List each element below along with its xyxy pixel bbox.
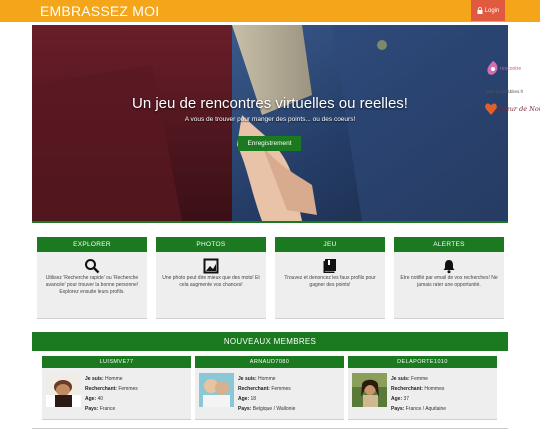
side-ads[interactable]: rencontre www.singlesbites.fr Coeur de N… [484,58,540,122]
label-pays: Pays: [85,406,99,412]
label-recherchant: Recherchant: [238,386,270,392]
bell-icon [443,260,455,274]
label-pays: Pays: [391,406,405,412]
book-icon [323,259,336,273]
member-gender: Homme [105,376,123,382]
label-je-suis: Je suis: [85,376,104,382]
feature-title: EXPLORER [37,237,147,252]
hero-title: Un jeu de rencontres virtuelles ou reell… [132,95,408,112]
member-avatar[interactable] [199,373,234,407]
feature-text: Une photo peut dire mieux que des mots! … [162,275,260,288]
feature-card-photos[interactable]: PHOTOS Une photo peut dire mieux que des… [156,237,266,319]
top-navbar: EMBRASSEZ MOI Login [0,0,540,22]
ad-text-coeur[interactable]: Coeur de Nous [497,105,540,113]
member-info: Je suis: Homme Recherchant: Femmes Age: … [238,374,342,414]
member-username[interactable]: LUISMVE77 [42,356,191,368]
register-button[interactable]: Enregistrement [238,136,301,151]
heart-icon [485,103,497,115]
hero-image [32,25,508,221]
label-age: Age: [238,396,250,402]
features-row: EXPLORER Utilisez 'Recherche rapide' ou … [37,237,507,319]
page: EMBRASSEZ MOI Login Un jeu de rencontres… [0,0,540,432]
member-age: 18 [250,396,257,402]
divider [32,428,508,429]
feature-title: PHOTOS [156,237,266,252]
hero-banner: Un jeu de rencontres virtuelles ou reell… [32,25,508,223]
label-age: Age: [391,396,403,402]
hero-subtitle: A vous de trouver pour manger des points… [184,116,356,123]
login-button[interactable]: Login [471,0,505,21]
member-seeking: Femmes [118,386,138,392]
label-recherchant: Recherchant: [391,386,423,392]
feature-text: Etre notifié par email de vos recherches… [400,275,498,288]
feature-title: JEU [275,237,385,252]
feature-title: ALERTES [394,237,504,252]
member-username[interactable]: ARNAUD7080 [195,356,344,368]
label-age: Age: [85,396,97,402]
label-je-suis: Je suis: [238,376,257,382]
label-recherchant: Recherchant: [85,386,117,392]
member-avatar[interactable] [46,373,81,407]
member-username[interactable]: DELAPORTE1010 [348,356,497,368]
ad-url[interactable]: www.singlesbites.fr [485,89,523,94]
member-avatar[interactable] [352,373,387,407]
member-card[interactable]: DELAPORTE1010 Je suis: Femme Recherchant… [348,356,497,420]
label-pays: Pays: [238,406,252,412]
member-seeking: Femmes [271,386,291,392]
member-age: 37 [403,396,410,402]
feature-text: Trouvez et denoncez les faux profils pou… [284,275,376,288]
member-info: Je suis: Homme Recherchant: Femmes Age: … [85,374,189,414]
login-label: Login [484,7,500,14]
site-brand[interactable]: EMBRASSEZ MOI [40,3,159,19]
feature-card-jeu[interactable]: JEU Trouvez et denoncez les faux profils… [275,237,385,319]
member-gender: Homme [258,376,276,382]
lock-icon [477,7,483,14]
member-country: France [99,406,116,412]
ad-logo-icon [487,61,498,75]
member-seeking: Hommes [424,386,445,392]
feature-card-explorer[interactable]: EXPLORER Utilisez 'Recherche rapide' ou … [37,237,147,319]
photo-icon [203,258,219,274]
search-icon [85,259,100,274]
ad-text-rencontre[interactable]: rencontre [500,66,521,72]
member-card[interactable]: LUISMVE77 Je suis: Homme Recherchant: Fe… [42,356,191,420]
member-country: France / Aquitaine [405,406,447,412]
member-country: Belgique / Wallonie [252,406,296,412]
feature-text: Utilisez 'Recherche rapide' ou 'Recherch… [45,275,139,295]
member-info: Je suis: Femme Recherchant: Hommes Age: … [391,374,495,414]
member-gender: Femme [411,376,428,382]
feature-card-alertes[interactable]: ALERTES Etre notifié par email de vos re… [394,237,504,319]
member-age: 40 [97,396,104,402]
label-je-suis: Je suis: [391,376,410,382]
member-card[interactable]: ARNAUD7080 Je suis: Homme Recherchant: F… [195,356,344,420]
members-section-title: NOUVEAUX MEMBRES [32,332,508,351]
